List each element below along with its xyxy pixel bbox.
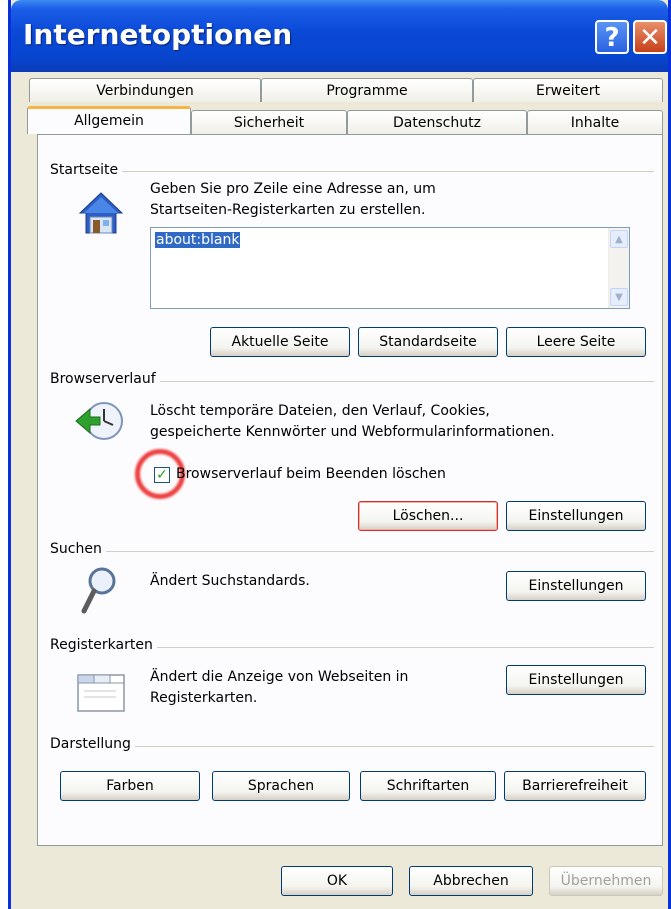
languages-button[interactable]: Sprachen xyxy=(212,771,350,801)
tab-erweitert[interactable]: Erweitert xyxy=(473,78,663,102)
empty-page-button[interactable]: Leere Seite xyxy=(506,327,646,357)
tabs-settings-button[interactable]: Einstellungen xyxy=(506,665,646,695)
suchen-divider xyxy=(50,551,654,552)
registerkarten-description-line1: Ändert die Anzeige von Webseiten in xyxy=(150,669,409,685)
cancel-button[interactable]: Abbrechen xyxy=(409,866,533,896)
startseite-description-line2: Startseiten-Registerkarten zu erstellen. xyxy=(150,202,426,218)
homepage-value: about:blank xyxy=(155,232,241,248)
startseite-label: Startseite xyxy=(50,162,123,178)
dialog-footer: OK Abbrechen Übernehmen xyxy=(11,846,668,909)
darstellung-divider xyxy=(50,746,654,747)
scroll-down-icon[interactable]: ▼ xyxy=(610,288,628,306)
accessibility-button[interactable]: Barrierefreiheit xyxy=(504,771,646,801)
suchen-label: Suchen xyxy=(50,541,106,557)
search-settings-button[interactable]: Einstellungen xyxy=(506,571,646,601)
help-button[interactable]: ? xyxy=(595,20,629,54)
tab-inhalte[interactable]: Inhalte xyxy=(527,110,663,134)
close-button[interactable]: ✕ xyxy=(633,20,667,54)
title-bar[interactable]: Internetoptionen ? ✕ xyxy=(11,0,668,72)
suchen-description: Ändert Suchstandards. xyxy=(150,573,310,589)
startseite-description-line1: Geben Sie pro Zeile eine Adresse an, um xyxy=(150,181,436,197)
fonts-button[interactable]: Schriftarten xyxy=(360,771,496,801)
internet-options-dialog: Internetoptionen ? ✕ Verbindungen Progra… xyxy=(8,0,671,909)
delete-history-on-exit-checkbox[interactable]: ✓ xyxy=(154,467,170,483)
current-page-button[interactable]: Aktuelle Seite xyxy=(210,327,350,357)
startseite-divider xyxy=(50,171,654,172)
registerkarten-description-line2: Registerkarten. xyxy=(150,690,258,706)
registerkarten-label: Registerkarten xyxy=(50,637,157,653)
apply-button[interactable]: Übernehmen xyxy=(549,866,663,896)
scroll-up-icon[interactable]: ▲ xyxy=(610,230,628,248)
default-page-button[interactable]: Standardseite xyxy=(358,327,498,357)
tab-sicherheit[interactable]: Sicherheit xyxy=(191,110,347,134)
homepage-textarea[interactable]: about:blank ▲ ▼ xyxy=(150,227,630,309)
darstellung-label: Darstellung xyxy=(50,736,135,752)
history-clock-icon xyxy=(75,402,123,440)
browserverlauf-label: Browserverlauf xyxy=(50,371,160,387)
browserverlauf-description-line1: Löscht temporäre Dateien, den Verlauf, C… xyxy=(150,403,490,419)
general-tab-panel: Startseite Geben Sie pro Zeile eine Adre… xyxy=(37,134,663,846)
tabs-window-icon xyxy=(77,674,125,712)
tab-verbindungen[interactable]: Verbindungen xyxy=(29,78,261,102)
homepage-scrollbar[interactable]: ▲ ▼ xyxy=(608,228,629,308)
tab-datenschutz[interactable]: Datenschutz xyxy=(347,110,527,134)
tab-allgemein[interactable]: Allgemein xyxy=(27,106,191,134)
tab-programme[interactable]: Programme xyxy=(261,78,473,102)
window-title: Internetoptionen xyxy=(23,18,293,51)
magnifier-icon xyxy=(81,567,116,614)
ok-button[interactable]: OK xyxy=(281,866,393,896)
colors-button[interactable]: Farben xyxy=(60,771,200,801)
house-icon xyxy=(78,192,124,234)
delete-history-on-exit-label[interactable]: Browserverlauf beim Beenden löschen xyxy=(176,464,446,485)
delete-history-button[interactable]: Löschen... xyxy=(358,501,498,531)
history-settings-button[interactable]: Einstellungen xyxy=(506,501,646,531)
browserverlauf-description-line2: gespeicherte Kennwörter und Webformulari… xyxy=(150,424,555,440)
